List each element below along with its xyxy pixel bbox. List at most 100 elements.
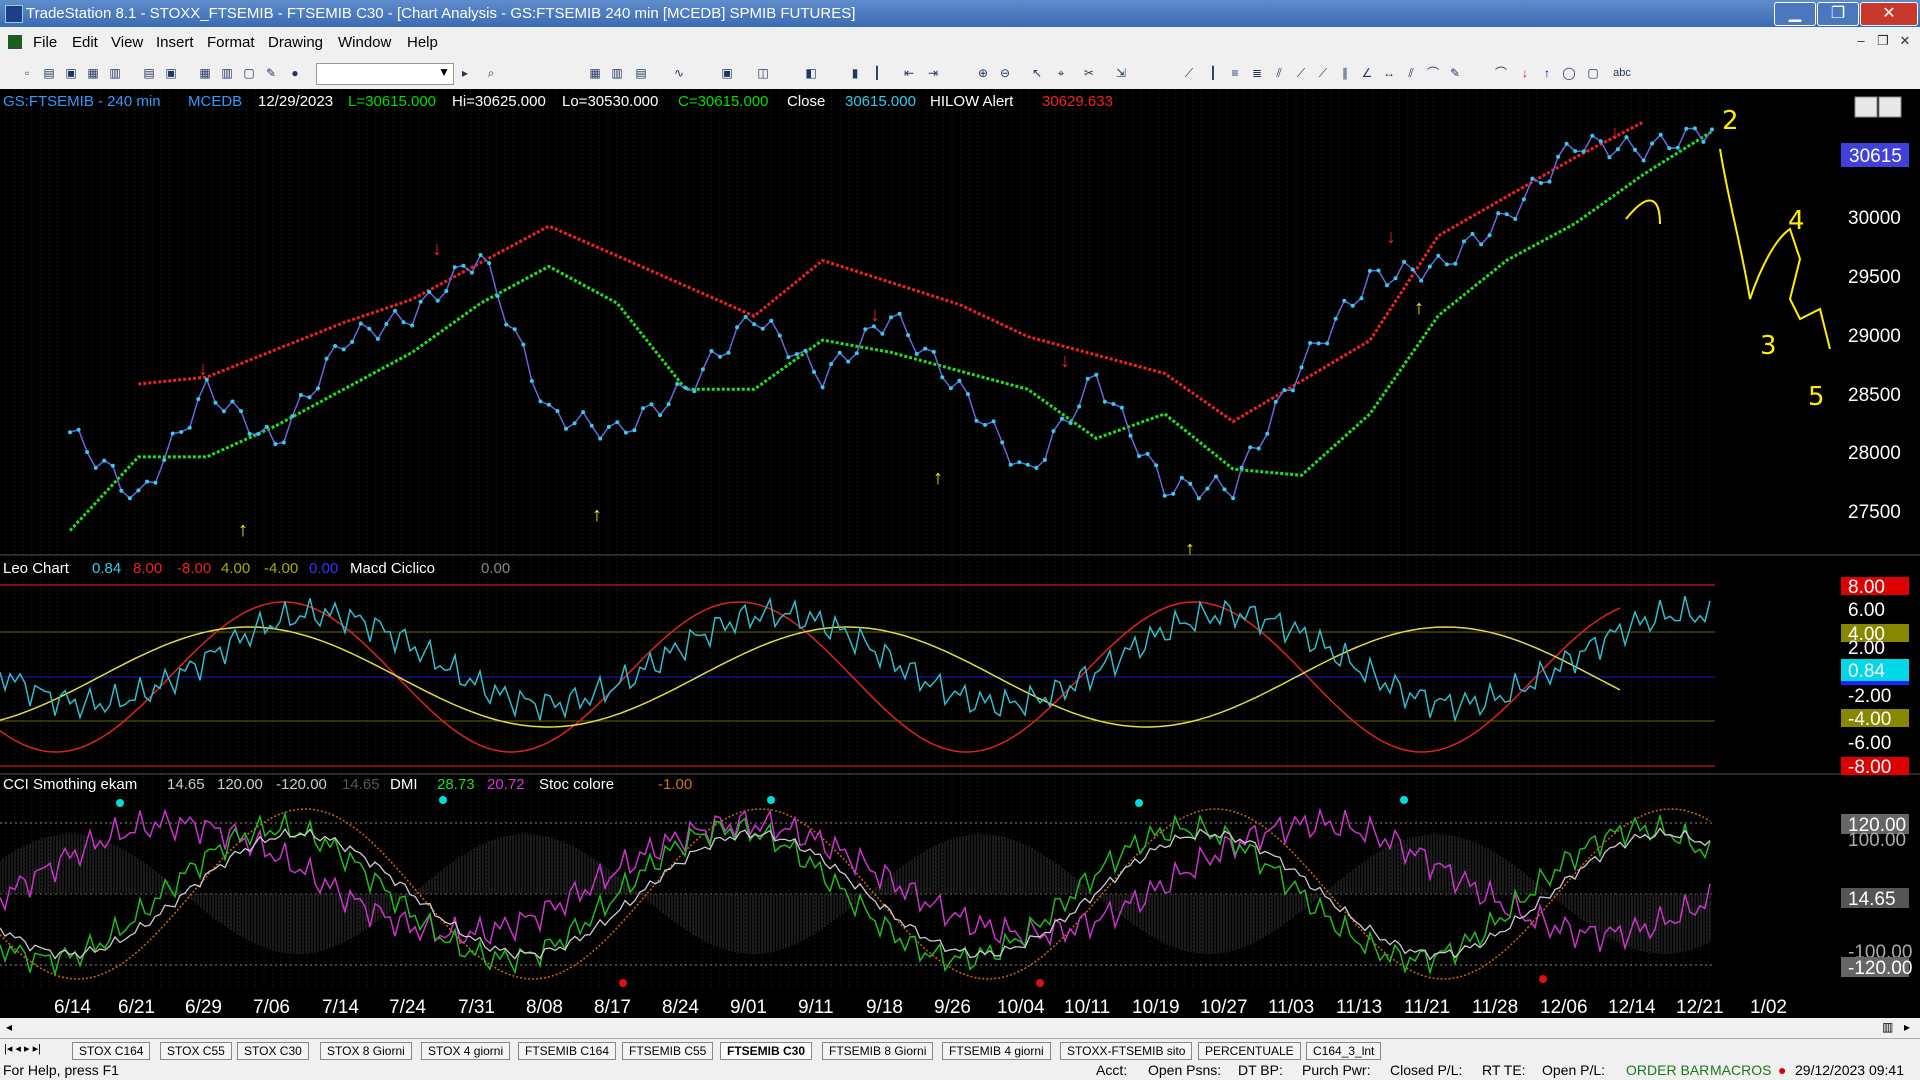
properties-icon[interactable]: ✎ <box>264 66 278 80</box>
scroll-handle-icon[interactable]: ▥ <box>1882 1020 1893 1034</box>
crosshair-icon[interactable]: ⌖ <box>1054 66 1068 80</box>
vertical-lines-icon[interactable]: ┃ <box>1206 66 1220 80</box>
channel-icon[interactable]: ⫽ <box>1272 66 1286 80</box>
trendline-icon[interactable]: ⟋ <box>1182 66 1196 80</box>
inner-restore-button[interactable] <box>1878 96 1902 118</box>
price-point <box>1308 341 1313 345</box>
menu-help[interactable]: Help <box>407 34 438 51</box>
tab-percentuale[interactable]: PERCENTUALE <box>1198 1042 1301 1060</box>
lock-icon[interactable]: ▢ <box>242 66 256 80</box>
chart-area[interactable]: GS:FTSEMIB - 240 min MCEDB 12/29/2023 L=… <box>0 89 1920 1018</box>
scroll-right-icon[interactable]: ⇥ <box>926 66 940 80</box>
ellipse-icon[interactable]: ◯ <box>1562 66 1576 80</box>
symbol-combo[interactable]: ▼ <box>316 63 454 85</box>
pencil-icon[interactable]: ✎ <box>1448 66 1462 80</box>
minimize-button[interactable]: ▁ <box>1774 2 1816 26</box>
menu-window[interactable]: Window <box>338 34 391 51</box>
price-point <box>1051 429 1056 434</box>
tab-stoxx-ftsemib-sito[interactable]: STOXX-FTSEMIB sito <box>1060 1042 1193 1060</box>
grid-icon[interactable]: ▤ <box>634 66 648 80</box>
text-tool-icon[interactable]: abc <box>1610 66 1634 80</box>
arc-icon[interactable]: ⌒ <box>1426 66 1440 80</box>
pointer-icon[interactable]: ↖ <box>1030 66 1044 80</box>
cut-icon[interactable]: ▦ <box>198 66 212 80</box>
horizontal-lines-icon[interactable]: ≡ <box>1228 66 1242 80</box>
status-order-bar[interactable]: ORDER BAR <box>1626 1062 1709 1078</box>
color-icon[interactable]: ● <box>288 66 302 80</box>
close-eq-label: C=30615.000 <box>678 93 769 110</box>
tab-ftsemib-c55[interactable]: FTSEMIB C55 <box>622 1042 714 1060</box>
tab-ftsemib-4-giorni[interactable]: FTSEMIB 4 giorni <box>942 1042 1051 1060</box>
mdi-close-icon[interactable]: ✕ <box>1896 33 1914 51</box>
price-point <box>589 423 594 428</box>
chart-bars-icon[interactable]: ┃ <box>870 66 884 80</box>
magnifier-icon[interactable]: ⌕ <box>484 66 498 80</box>
menu-format[interactable]: Format <box>207 34 255 51</box>
strategy-icon[interactable]: ▣ <box>720 66 734 80</box>
tab-stox-4-giorni[interactable]: STOX 4 giorni <box>421 1042 511 1060</box>
tab-c164-3-lnt[interactable]: C164_3_lnt <box>1306 1042 1382 1060</box>
tab-stox-8-giorni[interactable]: STOX 8 Giorni <box>320 1042 412 1060</box>
data-window-icon[interactable]: ◧ <box>804 66 818 80</box>
fibonacci-icon[interactable]: ≣ <box>1250 66 1264 80</box>
gann-icon[interactable]: ⟋ <box>1316 66 1330 80</box>
speed-lines-icon[interactable]: ⟋ <box>1294 66 1308 80</box>
angle-icon[interactable]: ∠ <box>1360 66 1374 80</box>
zoom-in-icon[interactable]: ⊕ <box>976 66 990 80</box>
copy-icon[interactable]: ▦ <box>86 66 100 80</box>
up-arrow-icon[interactable]: ↑ <box>1540 66 1554 80</box>
go-arrow-icon[interactable]: ▸ <box>458 66 472 80</box>
mdi-restore-icon[interactable]: ❐ <box>1874 33 1892 51</box>
leo-tick: -4.00 <box>1848 709 1891 730</box>
hi-label: Hi=30625.000 <box>452 93 546 110</box>
down-arrow-icon[interactable]: ↓ <box>1518 66 1532 80</box>
scroll-right-arrow-icon[interactable]: ▸ <box>1904 1020 1910 1034</box>
tab-ftsemib-8-giorni[interactable]: FTSEMIB 8 Giorni <box>822 1042 934 1060</box>
retracement-icon[interactable]: ∥ <box>1338 66 1352 80</box>
arrow-lr-icon[interactable]: ↔ <box>1382 66 1396 80</box>
tab-stox-c164[interactable]: STOX C164 <box>72 1042 151 1060</box>
horizontal-scrollbar[interactable]: ◂ ▥ ▸ <box>0 1018 1920 1038</box>
connection-status-icon: ● <box>1778 1062 1787 1078</box>
restore-button[interactable]: ❐ <box>1817 2 1859 26</box>
menu-insert[interactable]: Insert <box>156 34 194 51</box>
cci-header: CCI Smothing ekam 14.65 120.00 -120.00 1… <box>3 776 692 793</box>
indicator-icon[interactable]: ∿ <box>672 66 686 80</box>
scroll-left-icon[interactable]: ⇤ <box>902 66 916 80</box>
bar-style-icon[interactable]: ▥ <box>610 66 624 80</box>
price-point <box>1214 474 1218 479</box>
export-icon[interactable]: ⇲ <box>1114 66 1128 80</box>
chart-style-icon[interactable]: ▦ <box>588 66 602 80</box>
paste-icon[interactable]: ▥ <box>220 66 234 80</box>
open-icon[interactable]: ▤ <box>42 66 56 80</box>
bar-chart-icon[interactable]: ▮ <box>848 66 862 80</box>
rectangle-icon[interactable]: ▢ <box>1586 66 1600 80</box>
tab-stox-c30[interactable]: STOX C30 <box>237 1042 309 1060</box>
close-button[interactable]: ✕ <box>1860 2 1918 26</box>
zoom-out-icon[interactable]: ⊖ <box>998 66 1012 80</box>
scroll-left-arrow-icon[interactable]: ◂ <box>6 1020 12 1034</box>
menu-edit[interactable]: Edit <box>72 34 98 51</box>
price-point <box>324 356 329 361</box>
print-icon[interactable]: ▤ <box>142 66 156 80</box>
pitchfork-icon[interactable]: ⫽ <box>1404 66 1418 80</box>
tab-ftsemib-c164[interactable]: FTSEMIB C164 <box>518 1042 617 1060</box>
save-icon[interactable]: ▣ <box>64 66 78 80</box>
tab-stox-c55[interactable]: STOX C55 <box>160 1042 232 1060</box>
inner-minimize-button[interactable] <box>1854 96 1878 118</box>
print-preview-icon[interactable]: ▣ <box>164 66 178 80</box>
menu-view[interactable]: View <box>111 34 143 51</box>
tab-ftsemib-c30[interactable]: FTSEMIB C30 <box>720 1042 813 1060</box>
leo-value: 0.00 <box>309 560 338 577</box>
new-icon[interactable]: ▫ <box>20 66 34 80</box>
mdi-minimize-icon[interactable]: ‒ <box>1852 33 1870 51</box>
cci-dot <box>1539 975 1547 983</box>
folder-icon[interactable]: ▥ <box>108 66 122 80</box>
status-macros[interactable]: MACROS <box>1710 1062 1771 1078</box>
tab-nav-icon[interactable]: |◂ ◂ ▸ ▸| <box>4 1042 41 1055</box>
tool-icon[interactable]: ✂ <box>1082 66 1096 80</box>
curve-icon[interactable]: ⌒ <box>1494 66 1508 80</box>
menu-file[interactable]: File <box>33 34 57 51</box>
study-icon[interactable]: ◫ <box>756 66 770 80</box>
menu-drawing[interactable]: Drawing <box>268 34 323 51</box>
